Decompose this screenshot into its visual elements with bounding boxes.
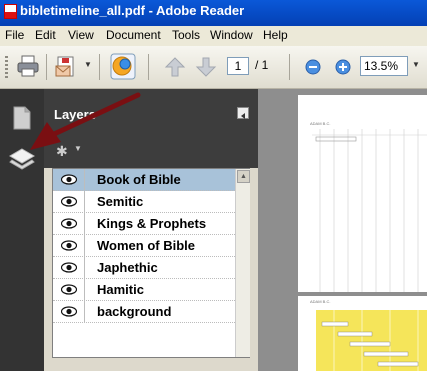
layer-row[interactable]: Kings & Prophets — [53, 213, 235, 235]
hand-tool-icon[interactable] — [110, 53, 136, 80]
timeline-chart-preview — [316, 310, 427, 371]
options-caret-icon[interactable]: ▼ — [74, 144, 82, 153]
layer-name: Hamitic — [97, 282, 144, 297]
pdf-document-icon — [4, 4, 17, 19]
menu-file[interactable]: File — [5, 28, 24, 42]
layers-options-row: ✱ ▼ — [44, 138, 258, 168]
scroll-up-icon[interactable]: ▲ — [237, 170, 250, 183]
menu-window[interactable]: Window — [210, 28, 253, 42]
layer-row[interactable]: background — [53, 301, 235, 323]
layer-name: Kings & Prophets — [97, 216, 207, 231]
visibility-toggle[interactable] — [53, 191, 85, 213]
eye-icon — [61, 240, 77, 251]
printer-icon[interactable] — [16, 54, 40, 78]
menu-view[interactable]: View — [68, 28, 94, 42]
gear-icon[interactable]: ✱ — [56, 143, 68, 160]
page-up-icon[interactable] — [164, 56, 186, 78]
zoom-in-icon[interactable] — [335, 59, 351, 75]
eye-icon — [61, 284, 77, 295]
layer-list-scrollbar[interactable]: ▲ — [235, 169, 250, 357]
layer-name: Semitic — [97, 194, 144, 209]
layer-name: Book of Bible — [97, 172, 181, 187]
zoom-out-icon[interactable] — [305, 59, 321, 75]
layer-name: background — [97, 304, 172, 319]
toolbar-separator — [148, 54, 149, 80]
eye-icon — [61, 306, 77, 317]
page-number-input[interactable]: 1 — [227, 57, 249, 75]
layers-panel: Layers ✱ ▼ Book of Bible Semitic Kings &… — [44, 89, 258, 371]
layers-icon[interactable] — [8, 147, 36, 173]
toolbar-separator — [289, 54, 290, 80]
pages-icon[interactable] — [12, 106, 32, 130]
zoom-input[interactable]: 13.5% — [360, 56, 408, 76]
visibility-toggle[interactable] — [53, 213, 85, 235]
eye-icon — [61, 174, 77, 185]
visibility-toggle[interactable] — [53, 257, 85, 279]
eye-icon — [61, 196, 77, 207]
email-icon[interactable] — [54, 54, 80, 78]
layer-name: Women of Bible — [97, 238, 195, 253]
visibility-toggle[interactable] — [53, 279, 85, 301]
document-area[interactable]: ADAM B.C. ADAM B.C. — [258, 89, 427, 371]
timeline-grid — [312, 129, 427, 292]
layer-row[interactable]: Women of Bible — [53, 235, 235, 257]
menu-tools[interactable]: Tools — [172, 28, 200, 42]
layer-name: Japhethic — [97, 260, 158, 275]
page-total-label: / 1 — [255, 58, 269, 72]
triangle-left-icon — [241, 113, 245, 119]
visibility-toggle[interactable] — [53, 235, 85, 257]
navigation-pane — [0, 89, 44, 371]
menu-help[interactable]: Help — [263, 28, 288, 42]
eye-icon — [61, 218, 77, 229]
title-bar[interactable]: bibletimeline_all.pdf - Adobe Reader — [0, 0, 427, 26]
collapse-panel-button[interactable] — [237, 107, 249, 119]
layer-list: Book of Bible Semitic Kings & Prophets W… — [52, 168, 250, 358]
layers-title: Layers — [54, 107, 96, 122]
window-title: bibletimeline_all.pdf - Adobe Reader — [20, 3, 245, 18]
layer-row[interactable]: Japhethic — [53, 257, 235, 279]
menu-bar: File Edit View Document Tools Window Hel… — [0, 26, 427, 46]
layer-row[interactable]: Hamitic — [53, 279, 235, 301]
zoom-dropdown-icon[interactable]: ▼ — [412, 60, 420, 69]
menu-edit[interactable]: Edit — [35, 28, 56, 42]
toolbar-separator — [46, 54, 47, 80]
pdf-page-2[interactable]: ADAM B.C. — [298, 296, 427, 371]
dropdown-caret-icon[interactable]: ▼ — [84, 60, 92, 69]
page-down-icon[interactable] — [195, 56, 217, 78]
toolbar-grip[interactable] — [5, 56, 8, 78]
eye-icon — [61, 262, 77, 273]
layer-row[interactable]: Semitic — [53, 191, 235, 213]
pdf-page-1[interactable]: ADAM B.C. — [298, 95, 427, 292]
toolbar-separator — [99, 54, 100, 80]
layer-row[interactable]: Book of Bible — [53, 169, 235, 191]
layers-header: Layers — [44, 89, 258, 138]
visibility-toggle[interactable] — [53, 301, 85, 323]
menu-document[interactable]: Document — [106, 28, 161, 42]
visibility-toggle[interactable] — [53, 169, 85, 191]
